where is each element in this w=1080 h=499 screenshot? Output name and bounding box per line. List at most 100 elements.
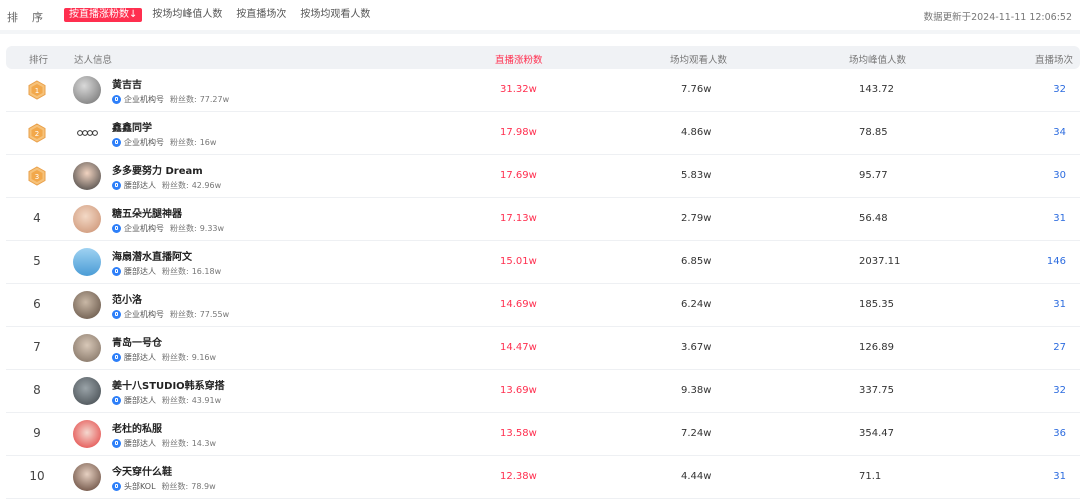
account-type-icon: [112, 224, 121, 233]
influencer-meta: 企业机构号 粉丝数: 9.33w: [112, 223, 224, 234]
live-count-link[interactable]: 31: [1053, 471, 1066, 482]
avatar[interactable]: [73, 377, 101, 405]
table-row[interactable]: 2 鑫鑫同学 企业机构号 粉丝数: 16w 17.98w 4.86w 78.85…: [6, 112, 1080, 155]
rank-number: 6: [33, 297, 41, 311]
rank-medal-icon: 3: [28, 166, 46, 186]
live-count-link[interactable]: 31: [1053, 299, 1066, 310]
fans-gain-value: 15.01w: [500, 256, 537, 267]
ranking-table: 排行 达人信息 直播涨粉数 场均观看人数 场均峰值人数 直播场次 1 黄吉吉 企…: [6, 46, 1080, 499]
live-count-link[interactable]: 36: [1053, 428, 1066, 439]
tab-sort-by-avg-viewers[interactable]: 按场均观看人数: [296, 8, 374, 22]
avg-viewers-value: 5.83w: [681, 170, 712, 181]
avatar[interactable]: [73, 205, 101, 233]
table-row[interactable]: 1 黄吉吉 企业机构号 粉丝数: 77.27w 31.32w 7.76w 143…: [6, 69, 1080, 112]
column-header-fans-gain[interactable]: 直播涨粉数: [495, 52, 543, 66]
rank-number: 7: [33, 340, 41, 354]
fans-label: 粉丝数:: [162, 353, 189, 362]
tab-sort-by-peak-viewers[interactable]: 按场均峰值人数: [148, 8, 226, 22]
avg-viewers-value: 9.38w: [681, 385, 712, 396]
tab-sort-by-fans-gain[interactable]: 按直播涨粉数↓: [64, 8, 143, 22]
table-row[interactable]: 4 糖五朵光腿神器 企业机构号 粉丝数: 9.33w 17.13w 2.79w …: [6, 198, 1080, 241]
table-row[interactable]: 5 海扇潜水直播阿文 腰部达人 粉丝数: 16.18w 15.01w 6.85w…: [6, 241, 1080, 284]
rank-number: 9: [33, 426, 41, 440]
fans-gain-value: 14.47w: [500, 342, 537, 353]
fans-count: 14.3w: [191, 439, 217, 448]
table-row[interactable]: 10 今天穿什么鞋 头部KOL 粉丝数: 78.9w 12.38w 4.44w …: [6, 456, 1080, 499]
live-count-link[interactable]: 30: [1053, 170, 1066, 181]
peak-viewers-value: 354.47: [859, 428, 894, 439]
column-header-peak-viewers[interactable]: 场均峰值人数: [849, 52, 906, 66]
account-type: 企业机构号: [124, 224, 164, 233]
avg-viewers-value: 3.67w: [681, 342, 712, 353]
rank-number: 10: [29, 469, 45, 483]
table-body: 1 黄吉吉 企业机构号 粉丝数: 77.27w 31.32w 7.76w 143…: [6, 69, 1080, 499]
live-count-link[interactable]: 32: [1053, 385, 1066, 396]
rank-medal-icon: 2: [28, 123, 46, 143]
fans-gain-value: 13.58w: [500, 428, 537, 439]
avg-viewers-value: 2.79w: [681, 213, 712, 224]
table-row[interactable]: 7 青岛一号仓 腰部达人 粉丝数: 9.16w 14.47w 3.67w 126…: [6, 327, 1080, 370]
live-count-link[interactable]: 34: [1053, 127, 1066, 138]
influencer-name[interactable]: 海扇潜水直播阿文: [112, 248, 192, 263]
fans-gain-value: 31.32w: [500, 84, 537, 95]
fans-gain-value: 17.13w: [500, 213, 537, 224]
account-type: 腰部达人: [124, 396, 156, 405]
influencer-meta: 企业机构号 粉丝数: 16w: [112, 137, 216, 148]
fans-count: 9.33w: [199, 224, 225, 233]
column-header-rank: 排行: [29, 55, 49, 66]
influencer-name[interactable]: 多多要努力 Dream: [112, 162, 203, 177]
rank-number: 4: [33, 211, 41, 225]
tab-sort-by-live-count[interactable]: 按直播场次: [232, 8, 290, 22]
account-type-icon: [112, 310, 121, 319]
influencer-meta: 腰部达人 粉丝数: 16.18w: [112, 266, 221, 277]
data-updated-time: 数据更新于2024-11-11 12:06:52: [923, 12, 1072, 23]
fans-label: 粉丝数:: [170, 138, 197, 147]
avatar[interactable]: [73, 334, 101, 362]
fans-label: 粉丝数:: [170, 95, 197, 104]
avatar[interactable]: [73, 76, 101, 104]
influencer-name[interactable]: 今天穿什么鞋: [112, 463, 172, 478]
avatar[interactable]: [73, 162, 101, 190]
account-type: 企业机构号: [124, 138, 164, 147]
influencer-meta: 腰部达人 粉丝数: 14.3w: [112, 438, 216, 449]
table-row[interactable]: 9 老杜的私服 腰部达人 粉丝数: 14.3w 13.58w 7.24w 354…: [6, 413, 1080, 456]
live-count-link[interactable]: 31: [1053, 213, 1066, 224]
fans-label: 粉丝数:: [162, 181, 189, 190]
account-type: 企业机构号: [124, 95, 164, 104]
fans-gain-value: 13.69w: [500, 385, 537, 396]
avatar[interactable]: [73, 248, 101, 276]
fans-label: 粉丝数:: [162, 439, 189, 448]
influencer-name[interactable]: 黄吉吉: [112, 76, 142, 91]
table-row[interactable]: 6 范小洛 企业机构号 粉丝数: 77.55w 14.69w 6.24w 185…: [6, 284, 1080, 327]
column-header-live-count[interactable]: 直播场次: [1035, 52, 1073, 66]
influencer-name[interactable]: 鑫鑫同学: [112, 119, 152, 134]
live-count-link[interactable]: 32: [1053, 84, 1066, 95]
table-row[interactable]: 3 多多要努力 Dream 腰部达人 粉丝数: 42.96w 17.69w 5.…: [6, 155, 1080, 198]
column-header-avg-viewers[interactable]: 场均观看人数: [670, 52, 727, 66]
influencer-name[interactable]: 糖五朵光腿神器: [112, 205, 182, 220]
peak-viewers-value: 95.77: [859, 170, 888, 181]
column-header-influencer: 达人信息: [74, 55, 113, 66]
table-row[interactable]: 8 姜十八STUDIO韩系穿搭 腰部达人 粉丝数: 43.91w 13.69w …: [6, 370, 1080, 413]
avatar[interactable]: [73, 291, 101, 319]
avatar[interactable]: [73, 119, 101, 147]
influencer-name[interactable]: 范小洛: [112, 291, 142, 306]
divider: [0, 30, 1080, 34]
influencer-name[interactable]: 青岛一号仓: [112, 334, 162, 349]
live-count-link[interactable]: 146: [1047, 256, 1066, 267]
fans-count: 43.91w: [191, 396, 222, 405]
live-count-link[interactable]: 27: [1053, 342, 1066, 353]
avatar[interactable]: [73, 420, 101, 448]
rank-number: 8: [33, 383, 41, 397]
account-type: 企业机构号: [124, 310, 164, 319]
avg-viewers-value: 4.44w: [681, 471, 712, 482]
influencer-name[interactable]: 姜十八STUDIO韩系穿搭: [112, 377, 225, 392]
peak-viewers-value: 71.1: [859, 471, 882, 482]
avg-viewers-value: 7.24w: [681, 428, 712, 439]
fans-gain-value: 14.69w: [500, 299, 537, 310]
influencer-name[interactable]: 老杜的私服: [112, 420, 162, 435]
rank-number: 1: [35, 87, 39, 95]
rank-medal-icon: 1: [28, 80, 46, 100]
peak-viewers-value: 126.89: [859, 342, 894, 353]
fans-gain-value: 12.38w: [500, 471, 537, 482]
